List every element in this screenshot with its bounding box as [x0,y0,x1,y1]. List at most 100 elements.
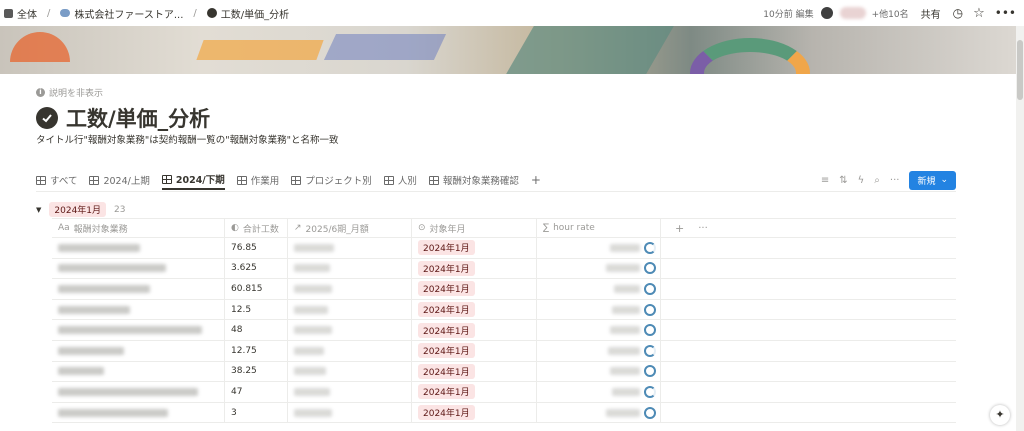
cell-amount[interactable] [288,382,412,402]
view-tab[interactable]: プロジェクト別 [291,170,372,190]
cell-amount[interactable] [288,299,412,320]
scrollbar-thumb[interactable] [1017,40,1023,100]
breadcrumb-page[interactable]: 工数/単価_分析 [221,6,289,21]
view-tab[interactable]: 人別 [383,170,417,190]
table-row[interactable]: 48 2024年1月 [52,320,956,341]
cell-rate[interactable] [537,320,661,340]
cell-rate[interactable] [537,340,661,361]
cell-month[interactable]: 2024年1月 [412,340,537,361]
column-header-hours[interactable]: ◐ 合計工数 [225,219,288,237]
caret-down-icon[interactable]: ▼ [36,206,41,214]
ai-sparkle-icon[interactable]: ✦ [990,405,1010,425]
view-tab[interactable]: 作業用 [236,170,279,190]
cell-rate[interactable] [537,258,661,279]
view-tab[interactable]: 2024/上期 [89,170,150,190]
cell-hours[interactable]: 12.5 [225,299,288,320]
column-header-month[interactable]: ⊙ 対象年月 [412,219,537,237]
cell-amount[interactable] [288,402,412,423]
cell-name[interactable] [52,340,225,361]
view-tools: ≡ ⇅ ϟ ⌕ ··· 新規 ⌄ [821,170,956,190]
more-icon[interactable]: ••• [995,6,1016,20]
cell-rate[interactable] [537,402,661,423]
redacted-text [612,305,640,314]
cell-month[interactable]: 2024年1月 [412,361,537,382]
cell-hours[interactable]: 76.85 [225,238,288,258]
cell-rate[interactable] [537,382,661,402]
view-tab[interactable]: 報酬対象業務確認 [428,170,519,190]
cell-hours[interactable]: 3.625 [225,258,288,279]
cell-name[interactable] [52,279,225,299]
cell-name[interactable] [52,258,225,279]
sort-icon[interactable]: ⇅ [839,175,847,186]
table-row[interactable]: 38.25 2024年1月 [52,361,956,383]
cell-hours[interactable]: 48 [225,320,288,340]
search-icon[interactable]: ⌕ [874,175,880,186]
cell-amount[interactable] [288,279,412,299]
table-row[interactable]: 3.625 2024年1月 [52,258,956,280]
cell-hours[interactable]: 12.75 [225,340,288,361]
cell-month[interactable]: 2024年1月 [412,402,537,423]
share-button[interactable]: 共有 [921,6,941,21]
avatar-group[interactable] [839,7,866,19]
table-row[interactable]: 12.5 2024年1月 [52,299,956,321]
history-icon[interactable]: ◷ [953,6,963,20]
cell-amount[interactable] [288,340,412,361]
table-row[interactable]: 60.815 2024年1月 [52,279,956,300]
redacted-text [294,305,328,314]
cell-month[interactable]: 2024年1月 [412,382,537,402]
table-row[interactable]: 76.85 2024年1月 [52,238,956,259]
column-header-amount[interactable]: ↗ 2025/6期_月額 [288,219,412,237]
add-property-icon[interactable]: + [667,222,684,235]
cell-name[interactable] [52,238,225,258]
cell-month[interactable]: 2024年1月 [412,320,537,340]
cell-rate[interactable] [537,361,661,382]
cell-amount[interactable] [288,320,412,340]
cell-rate[interactable] [537,238,661,258]
month-tag: 2024年1月 [418,343,475,359]
cell-hours[interactable]: 60.815 [225,279,288,299]
new-button[interactable]: 新規 ⌄ [909,170,956,190]
cell-amount[interactable] [288,361,412,382]
more-icon[interactable]: ··· [890,175,900,186]
more-icon[interactable]: ··· [688,223,708,234]
table-row[interactable]: 3 2024年1月 [52,402,956,424]
page-title[interactable]: 工数/単価_分析 [66,103,210,133]
cell-month[interactable]: 2024年1月 [412,238,537,258]
avatar[interactable] [819,6,834,20]
check-circle-icon[interactable] [36,107,58,129]
cell-name[interactable] [52,320,225,340]
cell-month[interactable]: 2024年1月 [412,258,537,279]
cell-month[interactable]: 2024年1月 [412,279,537,299]
cell-hours[interactable]: 38.25 [225,361,288,382]
page-description[interactable]: タイトル行"報酬対象業務"は契約報酬一覧の"報酬対象業務"と名称一致 [36,132,338,146]
table-row[interactable]: 47 2024年1月 [52,382,956,403]
description-toggle[interactable]: i 説明を非表示 [36,86,103,99]
cell-name[interactable] [52,382,225,402]
cell-rate[interactable] [537,279,661,299]
cell-amount[interactable] [288,238,412,258]
cell-month[interactable]: 2024年1月 [412,299,537,320]
breadcrumb-root[interactable]: 全体 [17,6,37,21]
automation-icon[interactable]: ϟ [858,175,865,186]
group-header[interactable]: ▼ 2024年1月 23 [36,202,125,217]
cell-name[interactable] [52,299,225,320]
cell-name[interactable] [52,402,225,423]
column-header-name[interactable]: Aa 報酬対象業務 [52,219,225,237]
breadcrumb-company[interactable]: 株式会社ファーストア... [74,6,183,21]
new-button-label: 新規 [917,176,936,187]
cell-hours[interactable]: 47 [225,382,288,402]
filter-icon[interactable]: ≡ [821,175,829,186]
cell-hours[interactable]: 3 [225,402,288,423]
cell-rate[interactable] [537,299,661,320]
table-row[interactable]: 12.75 2024年1月 [52,340,956,362]
cell-amount[interactable] [288,258,412,279]
column-header-rate[interactable]: ∑ hour rate [537,219,661,237]
cell-name[interactable] [52,361,225,382]
view-tab[interactable]: すべて [36,170,77,190]
scrollbar[interactable] [1016,26,1024,431]
chevron-down-icon[interactable]: ⌄ [940,175,948,185]
star-icon[interactable]: ☆ [973,6,985,21]
view-tab[interactable]: 2024/下期 [161,170,225,190]
add-view-icon[interactable]: + [531,173,541,187]
others-count[interactable]: +他10名 [872,7,909,20]
